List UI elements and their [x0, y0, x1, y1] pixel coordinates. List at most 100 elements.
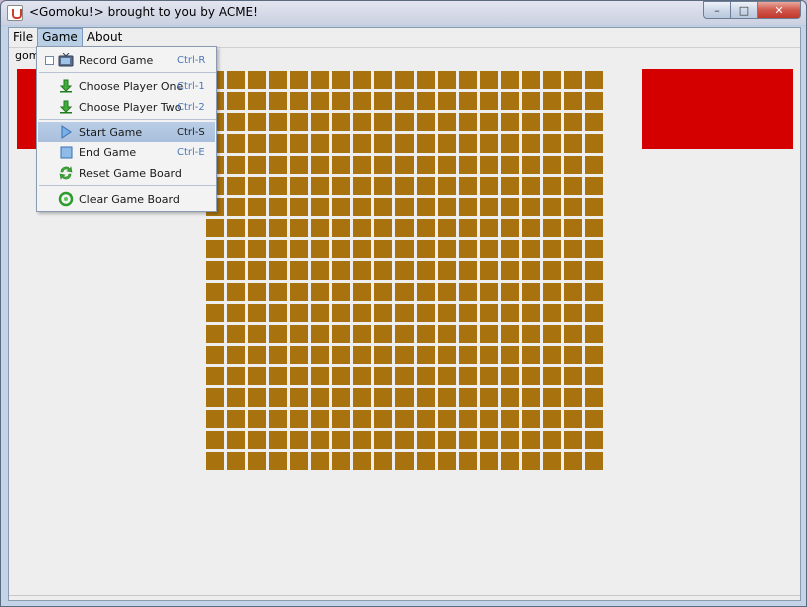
board-cell[interactable]: [227, 176, 246, 195]
board-cell[interactable]: [311, 113, 330, 132]
board-cell[interactable]: [353, 155, 372, 174]
maximize-button[interactable]: □: [730, 1, 757, 19]
board-cell[interactable]: [290, 346, 309, 365]
board-cell[interactable]: [458, 451, 477, 470]
board-cell[interactable]: [437, 219, 456, 238]
board-cell[interactable]: [416, 367, 435, 386]
board-cell[interactable]: [227, 71, 246, 90]
board-cell[interactable]: [584, 367, 603, 386]
board-cell[interactable]: [542, 219, 561, 238]
board-cell[interactable]: [353, 261, 372, 280]
board-cell[interactable]: [458, 430, 477, 449]
board-cell[interactable]: [458, 176, 477, 195]
board-cell[interactable]: [563, 451, 582, 470]
board-cell[interactable]: [332, 367, 351, 386]
board-cell[interactable]: [521, 430, 540, 449]
board-cell[interactable]: [332, 155, 351, 174]
board-cell[interactable]: [500, 451, 519, 470]
board-cell[interactable]: [416, 155, 435, 174]
board-cell[interactable]: [563, 261, 582, 280]
minimize-button[interactable]: –: [703, 1, 730, 19]
board-cell[interactable]: [248, 346, 267, 365]
board-cell[interactable]: [479, 303, 498, 322]
board-cell[interactable]: [248, 451, 267, 470]
board-cell[interactable]: [584, 303, 603, 322]
board-cell[interactable]: [290, 92, 309, 111]
board-cell[interactable]: [542, 134, 561, 153]
board-cell[interactable]: [311, 134, 330, 153]
board-cell[interactable]: [458, 113, 477, 132]
board-cell[interactable]: [542, 388, 561, 407]
board-cell[interactable]: [563, 92, 582, 111]
board-cell[interactable]: [374, 71, 393, 90]
board-cell[interactable]: [563, 155, 582, 174]
board-cell[interactable]: [374, 388, 393, 407]
board-cell[interactable]: [353, 197, 372, 217]
board-cell[interactable]: [479, 261, 498, 280]
board-cell[interactable]: [479, 92, 498, 111]
board-cell[interactable]: [269, 219, 288, 238]
board-cell[interactable]: [374, 176, 393, 195]
board-cell[interactable]: [479, 197, 498, 217]
board-cell[interactable]: [374, 261, 393, 280]
board-cell[interactable]: [269, 71, 288, 90]
board-cell[interactable]: [479, 240, 498, 259]
board-cell[interactable]: [290, 134, 309, 153]
board-cell[interactable]: [269, 176, 288, 195]
board-cell[interactable]: [227, 197, 246, 217]
board-cell[interactable]: [248, 155, 267, 174]
board-cell[interactable]: [416, 430, 435, 449]
board-cell[interactable]: [395, 261, 414, 280]
board-cell[interactable]: [269, 134, 288, 153]
board-cell[interactable]: [269, 346, 288, 365]
board-cell[interactable]: [353, 282, 372, 301]
board-cell[interactable]: [500, 303, 519, 322]
board-cell[interactable]: [227, 367, 246, 386]
board-cell[interactable]: [542, 451, 561, 470]
board-cell[interactable]: [563, 388, 582, 407]
board-cell[interactable]: [584, 409, 603, 428]
board-cell[interactable]: [500, 219, 519, 238]
board-cell[interactable]: [227, 409, 246, 428]
board-cell[interactable]: [563, 134, 582, 153]
board-cell[interactable]: [542, 197, 561, 217]
board-cell[interactable]: [542, 261, 561, 280]
board-cell[interactable]: [206, 324, 225, 344]
board-cell[interactable]: [332, 451, 351, 470]
board-cell[interactable]: [500, 71, 519, 90]
board-cell[interactable]: [542, 346, 561, 365]
board-cell[interactable]: [584, 388, 603, 407]
board-cell[interactable]: [332, 240, 351, 259]
board-cell[interactable]: [542, 155, 561, 174]
board-cell[interactable]: [290, 176, 309, 195]
board-cell[interactable]: [374, 367, 393, 386]
board-cell[interactable]: [290, 261, 309, 280]
board-cell[interactable]: [458, 71, 477, 90]
board-cell[interactable]: [311, 71, 330, 90]
board-cell[interactable]: [311, 324, 330, 344]
board-cell[interactable]: [206, 367, 225, 386]
board-cell[interactable]: [206, 219, 225, 238]
board-cell[interactable]: [227, 282, 246, 301]
board-cell[interactable]: [500, 282, 519, 301]
board-cell[interactable]: [374, 219, 393, 238]
board-cell[interactable]: [269, 155, 288, 174]
board-cell[interactable]: [311, 240, 330, 259]
board-cell[interactable]: [584, 324, 603, 344]
board-cell[interactable]: [395, 219, 414, 238]
board-cell[interactable]: [479, 451, 498, 470]
board-cell[interactable]: [248, 388, 267, 407]
board-cell[interactable]: [353, 388, 372, 407]
board-cell[interactable]: [563, 346, 582, 365]
board-cell[interactable]: [416, 92, 435, 111]
board-cell[interactable]: [479, 324, 498, 344]
board-cell[interactable]: [290, 219, 309, 238]
board-cell[interactable]: [584, 346, 603, 365]
board-cell[interactable]: [395, 346, 414, 365]
board-cell[interactable]: [458, 303, 477, 322]
board-cell[interactable]: [542, 176, 561, 195]
menu-item-end-game[interactable]: End Game Ctrl-E: [38, 142, 215, 162]
board-cell[interactable]: [353, 240, 372, 259]
board-cell[interactable]: [353, 92, 372, 111]
board-cell[interactable]: [332, 92, 351, 111]
